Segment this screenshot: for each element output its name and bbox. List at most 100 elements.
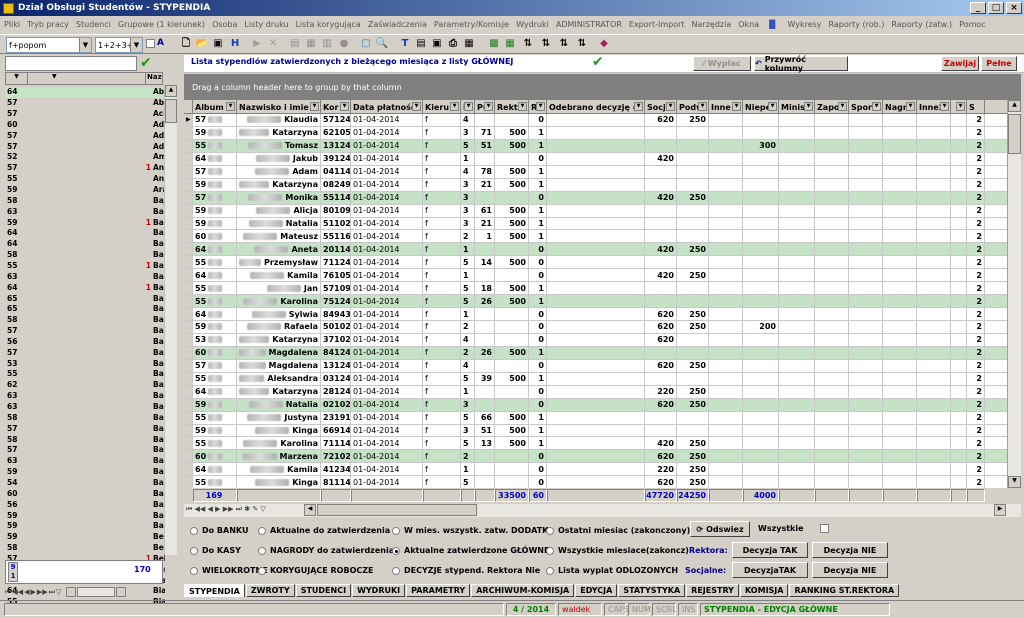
column-filter-icon[interactable]: ▼: [340, 102, 349, 111]
menu-item-13[interactable]: Okna: [738, 20, 759, 29]
cell[interactable]: [743, 191, 779, 204]
grid-body[interactable]: ▶57Klaudia57124001-04-2014f40620250259Ka…: [184, 114, 1007, 488]
nav-last-icon[interactable]: ⏭: [49, 588, 55, 597]
cell[interactable]: 3: [461, 178, 475, 191]
cell[interactable]: 721020: [321, 450, 351, 463]
nav-prev-page-icon[interactable]: ◀◀: [12, 588, 23, 596]
cell[interactable]: [743, 450, 779, 463]
row-selector[interactable]: [184, 191, 193, 204]
column-header-8[interactable]: R ▼: [529, 100, 547, 114]
cell[interactable]: [743, 178, 779, 191]
cell[interactable]: 01-04-2014: [351, 359, 423, 372]
cell[interactable]: [815, 282, 849, 295]
column-header-20[interactable]: S: [967, 100, 985, 114]
cell[interactable]: [883, 359, 917, 372]
radio-option-7[interactable]: Wszystkie miesiace(zakoncz): [546, 546, 689, 555]
cell[interactable]: 01-04-2014: [351, 114, 423, 126]
cell[interactable]: 2: [967, 308, 985, 320]
cell[interactable]: f: [423, 437, 461, 450]
table-row[interactable]: 60Magdalena84124001-04-2014f22650012: [184, 346, 1007, 360]
cell[interactable]: [917, 152, 951, 165]
cell[interactable]: [917, 359, 951, 372]
cell[interactable]: [883, 204, 917, 217]
cell[interactable]: [709, 243, 743, 256]
cell[interactable]: [709, 282, 743, 295]
cell[interactable]: [849, 230, 883, 243]
cell[interactable]: f: [423, 152, 461, 165]
radio-option-5[interactable]: NAGRODY do zatwierdzenia: [258, 546, 394, 555]
tab-1[interactable]: ZWROTY: [245, 584, 295, 597]
cell[interactable]: [495, 321, 529, 333]
row-selector[interactable]: [184, 204, 193, 217]
cell[interactable]: 01-04-2014: [351, 437, 423, 450]
column-filter-icon[interactable]: ▼: [464, 102, 473, 111]
row-selector[interactable]: [184, 165, 193, 178]
cell[interactable]: 1: [529, 126, 547, 139]
cell[interactable]: [475, 463, 495, 476]
cell[interactable]: [779, 230, 815, 243]
cell[interactable]: [475, 243, 495, 256]
cell[interactable]: f: [423, 359, 461, 372]
table-row[interactable]: 57Monika55114001-04-2014f3 0 420250 2: [184, 191, 1007, 205]
cell[interactable]: 2: [461, 230, 475, 243]
cell[interactable]: 571090: [321, 282, 351, 295]
cell[interactable]: 53: [193, 333, 237, 346]
cell[interactable]: 55: [193, 437, 237, 450]
cell[interactable]: [677, 372, 709, 385]
cell[interactable]: 250: [677, 269, 709, 282]
cell[interactable]: [883, 295, 917, 308]
row-selector[interactable]: [184, 217, 193, 230]
row-selector[interactable]: [184, 295, 193, 308]
column-header-2[interactable]: Kor ▼: [321, 100, 351, 114]
cell[interactable]: [677, 178, 709, 191]
cell[interactable]: [547, 333, 645, 346]
cell[interactable]: [547, 191, 645, 204]
cell[interactable]: 26: [475, 346, 495, 359]
grid1-icon[interactable]: ▤: [287, 36, 303, 52]
cell[interactable]: [547, 126, 645, 139]
column-header-1[interactable]: Nazwisko i imie ▼: [237, 100, 321, 114]
table-row[interactable]: 59Natalia51102001-04-2014f3215001 2: [184, 217, 1007, 231]
cell[interactable]: 21: [475, 178, 495, 191]
cell[interactable]: [849, 450, 883, 463]
cell[interactable]: Marzena: [237, 450, 321, 463]
row-selector[interactable]: [184, 126, 193, 139]
cell[interactable]: [743, 152, 779, 165]
cell[interactable]: [917, 114, 951, 126]
cell[interactable]: [815, 450, 849, 463]
cell[interactable]: [815, 191, 849, 204]
column-filter-icon[interactable]: ▼: [872, 102, 881, 111]
cell[interactable]: [779, 204, 815, 217]
cell[interactable]: 551160: [321, 230, 351, 243]
cell[interactable]: [677, 217, 709, 230]
cell[interactable]: [779, 126, 815, 139]
cell[interactable]: [883, 372, 917, 385]
cell[interactable]: [917, 139, 951, 152]
cell[interactable]: [951, 346, 967, 359]
menu-item-7[interactable]: Zaświadczenia: [368, 20, 427, 29]
cell[interactable]: [779, 411, 815, 424]
cell[interactable]: [645, 295, 677, 308]
column-header-16[interactable]: Spor ▼: [849, 100, 883, 114]
nav-first-icon[interactable]: ⏮: [5, 588, 11, 597]
cell[interactable]: 3: [461, 217, 475, 230]
cell[interactable]: 01-04-2014: [351, 243, 423, 256]
cell[interactable]: [743, 282, 779, 295]
cell[interactable]: [849, 424, 883, 437]
cell[interactable]: 2: [967, 385, 985, 398]
cell[interactable]: f: [423, 178, 461, 191]
cell[interactable]: [547, 282, 645, 295]
cell[interactable]: 1: [529, 165, 547, 178]
cell[interactable]: 250: [677, 385, 709, 398]
cell[interactable]: [951, 139, 967, 152]
cell[interactable]: [951, 372, 967, 385]
cell[interactable]: 5: [461, 437, 475, 450]
sort1-icon[interactable]: ⇅: [520, 36, 536, 52]
cell[interactable]: 01-04-2014: [351, 191, 423, 204]
left-list-item[interactable]: 63 Bal: [5, 402, 165, 413]
cell[interactable]: [951, 385, 967, 398]
cell[interactable]: 620: [645, 321, 677, 333]
cell[interactable]: 1: [529, 372, 547, 385]
cell[interactable]: [883, 230, 917, 243]
cell[interactable]: [883, 256, 917, 269]
